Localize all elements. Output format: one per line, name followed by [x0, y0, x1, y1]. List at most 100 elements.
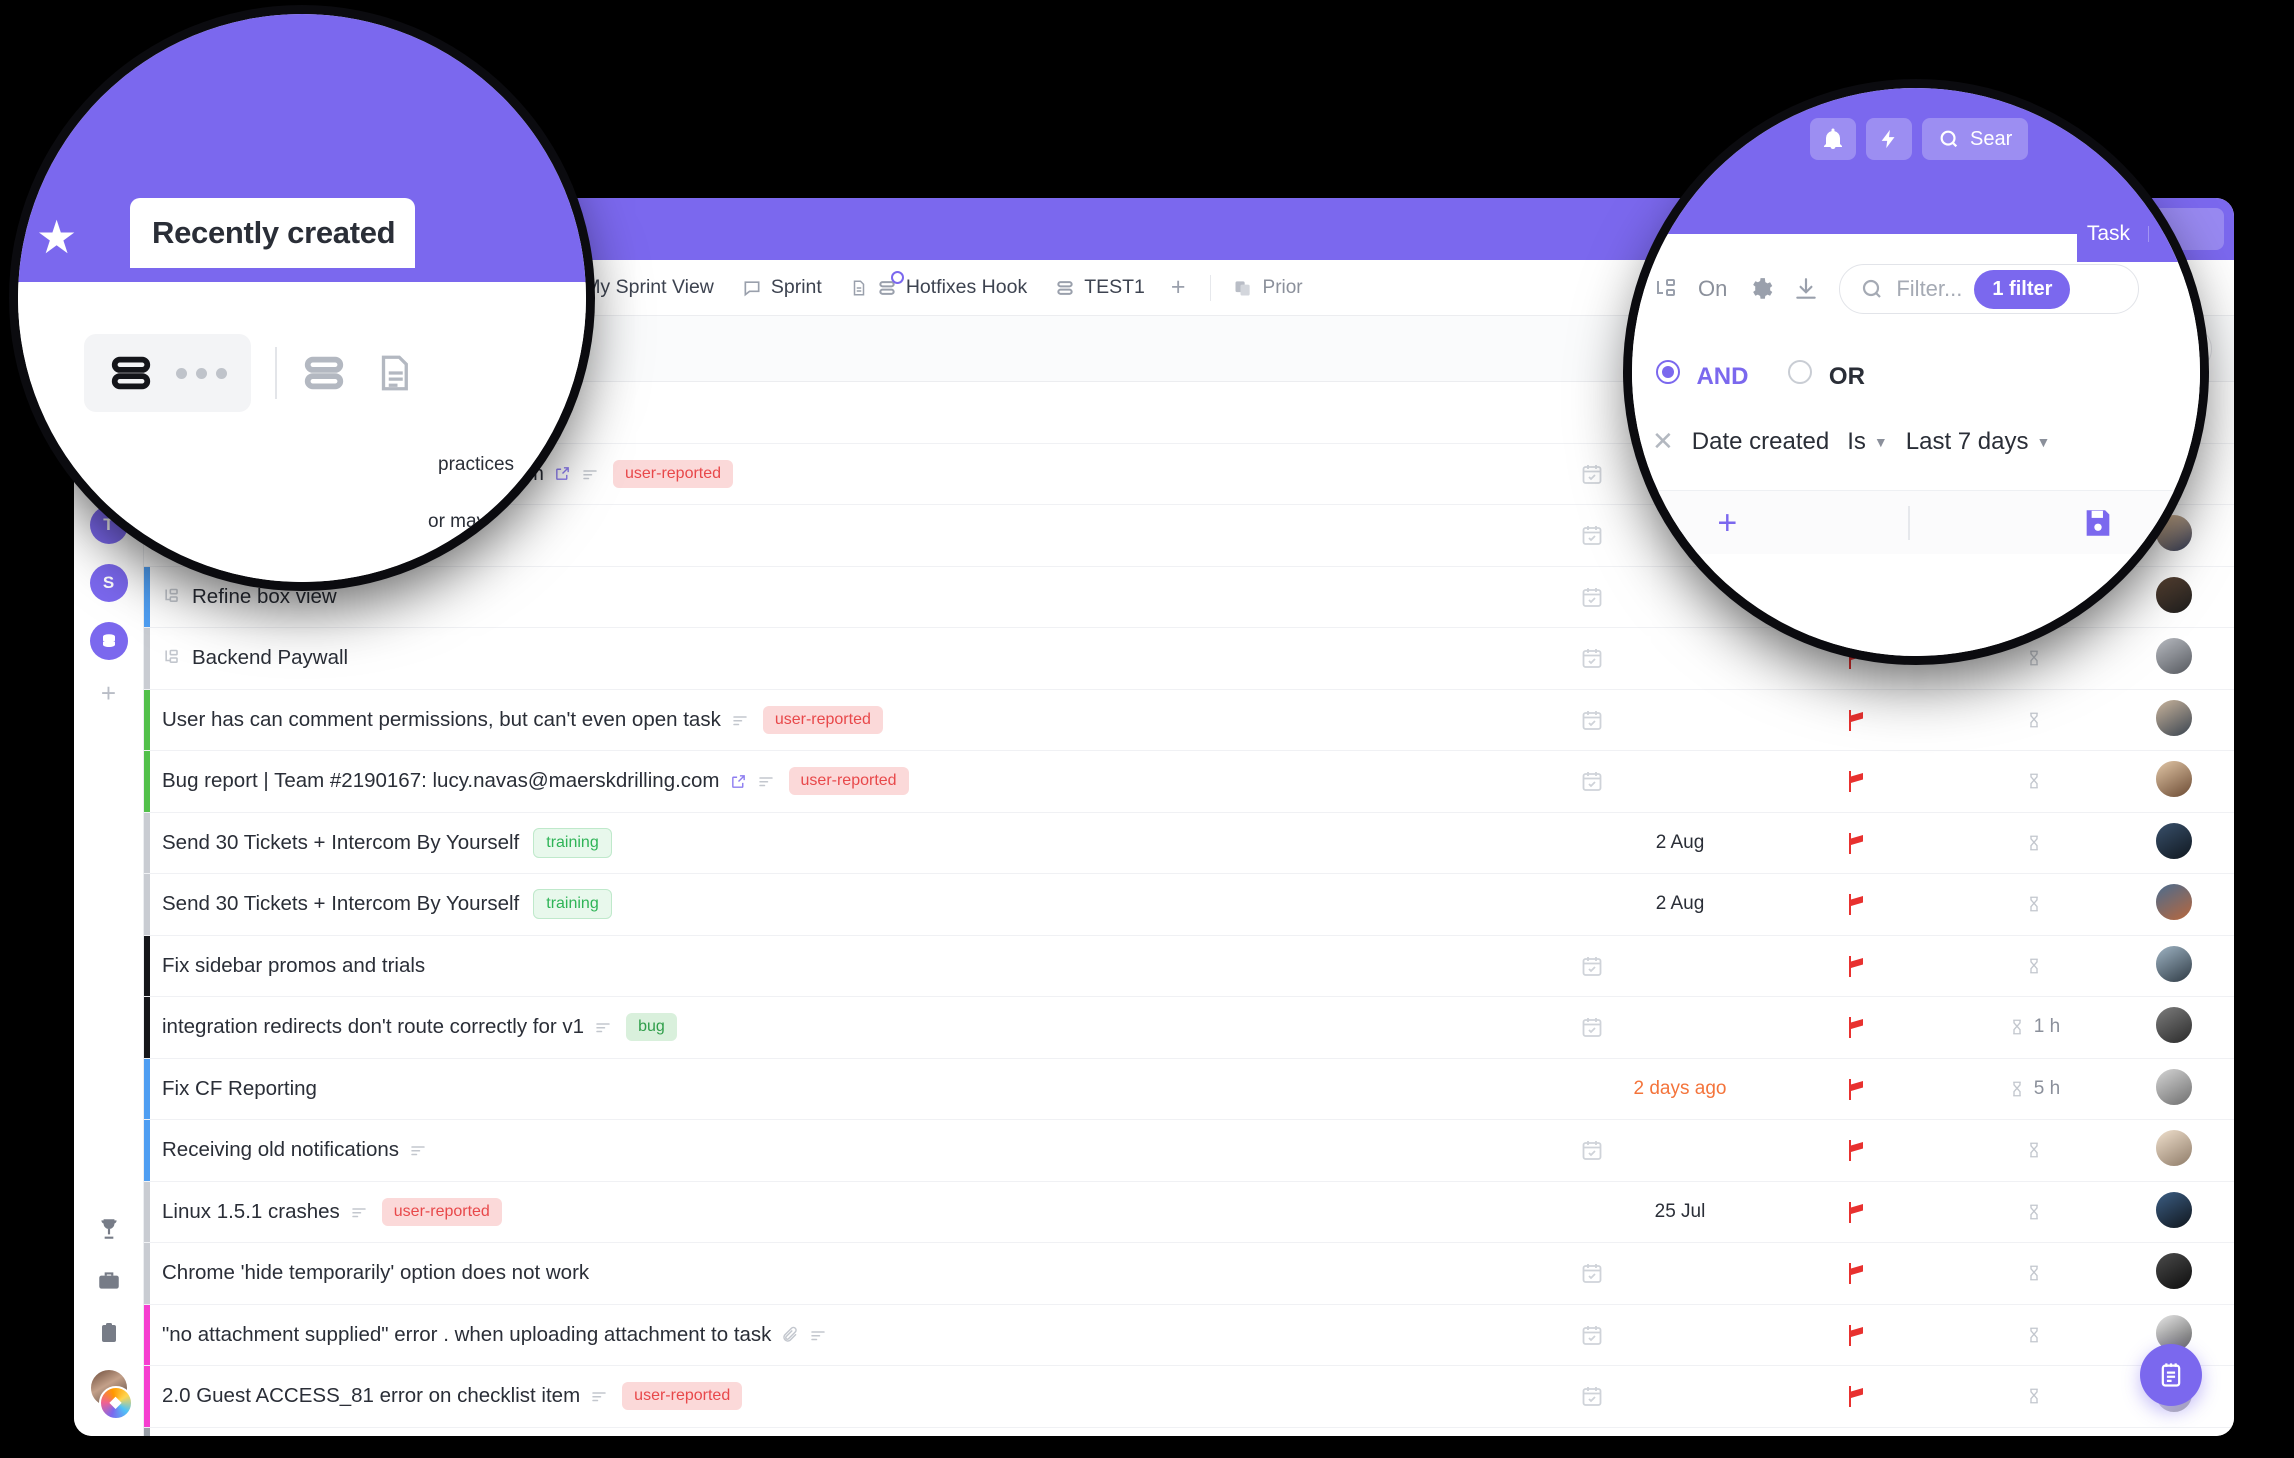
filter-field[interactable]: Date created — [1692, 428, 1829, 456]
avatar[interactable] — [2154, 943, 2194, 984]
lightning-icon[interactable] — [1866, 118, 1912, 160]
due-date-empty[interactable] — [1580, 1015, 1780, 1039]
task-title[interactable]: integration redirects don't route correc… — [144, 1015, 584, 1039]
ellipsis-icon[interactable] — [176, 367, 227, 379]
time-estimate[interactable] — [1944, 833, 2124, 853]
task-title[interactable]: Send 30 Tickets + Intercom By Yourself — [144, 831, 519, 855]
subtasks-icon[interactable] — [1654, 277, 1678, 301]
table-row[interactable]: Send 30 Tickets + Intercom By Yourself t… — [144, 812, 2234, 874]
close-icon[interactable]: ✕ — [1652, 426, 1674, 457]
assignee[interactable] — [2154, 1128, 2198, 1172]
assignee[interactable] — [2154, 697, 2198, 742]
filter-value[interactable]: Last 7 days ▼ — [1906, 428, 2051, 456]
task-title[interactable]: User has can comment permissions, but ca… — [144, 708, 721, 732]
time-estimate[interactable]: 5 h — [1944, 1078, 2124, 1100]
assignee[interactable] — [2154, 1066, 2198, 1111]
due-date-empty[interactable] — [1580, 1384, 1780, 1408]
gear-icon[interactable] — [1747, 276, 1773, 302]
avatar[interactable] — [2154, 759, 2194, 800]
table-row[interactable]: 2.0 Guest ACCESS_81 error on checklist i… — [144, 1366, 2234, 1428]
tag[interactable]: bug — [626, 1013, 677, 1042]
due-date[interactable]: 2 Aug — [1580, 893, 1780, 915]
avatar[interactable] — [2154, 697, 2194, 738]
time-estimate[interactable] — [1944, 956, 2124, 976]
table-row[interactable]: task templates call 417 for user: janodv… — [144, 1427, 2234, 1436]
table-row[interactable]: Send 30 Tickets + Intercom By Yourself t… — [144, 874, 2234, 936]
star-icon[interactable]: ★ — [36, 210, 77, 264]
radio-and[interactable]: AND — [1656, 360, 1748, 391]
assignee[interactable] — [2154, 943, 2198, 988]
radio-or[interactable]: OR — [1788, 360, 1865, 391]
task-title[interactable]: "no attachment supplied" error . when up… — [144, 1323, 771, 1347]
rail-user[interactable]: ◆ — [87, 1368, 133, 1422]
task-title[interactable]: Receiving old notifications — [144, 1138, 399, 1162]
task-title[interactable]: Linux 1.5.1 crashes — [144, 1200, 340, 1224]
priority-flag-icon[interactable] — [1844, 830, 1884, 856]
priority-flag-icon[interactable] — [1844, 1199, 1884, 1225]
task-title[interactable]: Chrome 'hide temporarily' option does no… — [144, 1261, 589, 1285]
filter-search[interactable]: Filter... 1 filter — [1839, 264, 2140, 314]
avatar[interactable] — [2154, 1189, 2194, 1230]
add-view-button[interactable]: + — [1159, 273, 1198, 302]
time-estimate[interactable] — [1944, 894, 2124, 914]
task-title[interactable]: Backend Paywall — [192, 646, 348, 670]
tag[interactable]: user-reported — [762, 705, 883, 734]
time-estimate[interactable] — [1944, 1140, 2124, 1160]
assignee[interactable] — [2154, 1189, 2198, 1234]
time-estimate[interactable] — [1944, 1202, 2124, 1222]
tag[interactable]: training — [533, 889, 612, 920]
time-estimate[interactable] — [1944, 1325, 2124, 1345]
clickup-badge-icon[interactable]: ◆ — [98, 1386, 133, 1420]
tag[interactable]: user-reported — [622, 1382, 743, 1411]
time-estimate[interactable]: 1 h — [1944, 1016, 2124, 1038]
tag[interactable]: user-reported — [613, 459, 734, 488]
task-title[interactable]: Fix CF Reporting — [144, 1077, 317, 1101]
avatar[interactable] — [2154, 1066, 2194, 1107]
due-date-empty[interactable] — [1580, 708, 1780, 732]
task-title[interactable]: Send 30 Tickets + Intercom By Yourself — [144, 892, 519, 916]
priority-flag-icon[interactable] — [1844, 1260, 1884, 1286]
list-icon[interactable] — [301, 350, 347, 396]
time-estimate[interactable] — [1944, 771, 2124, 791]
avatar[interactable] — [2154, 820, 2194, 861]
notepad-fab-button[interactable] — [2140, 1344, 2202, 1406]
due-date-empty[interactable] — [1580, 769, 1780, 793]
bell-icon[interactable] — [1810, 118, 1856, 160]
assignee[interactable] — [2154, 1251, 2198, 1295]
clipboard-icon[interactable] — [92, 1316, 126, 1350]
task-title[interactable]: Refine box view — [192, 585, 337, 609]
table-row[interactable]: Fix CF Reporting 2 days ago 5 h — [144, 1058, 2234, 1120]
table-row[interactable]: Receiving old notifications — [144, 1120, 2234, 1182]
assignee[interactable] — [2154, 1005, 2198, 1049]
briefcase-icon[interactable] — [92, 1264, 126, 1298]
chevron-down-icon[interactable]: ▼ — [2148, 226, 2200, 242]
priority-flag-icon[interactable] — [1844, 1076, 1884, 1102]
time-estimate[interactable] — [1944, 710, 2124, 730]
avatar[interactable] — [2154, 1005, 2194, 1046]
new-task-button[interactable]: Task — [2077, 222, 2148, 246]
download-icon[interactable] — [1793, 276, 1819, 302]
tab-hotfixes-hook[interactable]: Hotfixes Hook — [836, 260, 1041, 315]
task-title[interactable]: 2.0 Guest ACCESS_81 error on checklist i… — [144, 1384, 580, 1408]
table-row[interactable]: integration redirects don't route correc… — [144, 997, 2234, 1059]
list-icon-active[interactable] — [108, 350, 154, 396]
assignee[interactable] — [2154, 882, 2198, 926]
table-row[interactable]: Linux 1.5.1 crashes user-reported 25 Jul — [144, 1181, 2234, 1243]
time-estimate[interactable] — [1944, 1263, 2124, 1283]
priority-flag-icon[interactable] — [1844, 707, 1884, 733]
global-search[interactable]: Sear — [1922, 118, 2029, 160]
add-filter-button[interactable]: + — [1717, 506, 1737, 540]
priority-flag-icon[interactable] — [1844, 953, 1884, 979]
sidebar-item-space-database[interactable] — [89, 622, 128, 660]
tag[interactable]: user-reported — [788, 767, 909, 796]
task-title[interactable]: Bug report | Team #2190167: lucy.navas@m… — [144, 769, 720, 793]
trophy-icon[interactable] — [92, 1212, 126, 1246]
table-row[interactable]: User has can comment permissions, but ca… — [144, 689, 2234, 751]
due-date[interactable]: 2 Aug — [1580, 832, 1780, 854]
table-row[interactable]: Fix sidebar promos and trials — [144, 935, 2234, 997]
save-filter-button[interactable] — [2081, 506, 2115, 540]
table-row[interactable]: Bug report | Team #2190167: lucy.navas@m… — [144, 751, 2234, 813]
tab-test1[interactable]: TEST1 — [1041, 260, 1159, 315]
avatar[interactable] — [2154, 1128, 2194, 1169]
time-estimate[interactable] — [1944, 1386, 2124, 1406]
